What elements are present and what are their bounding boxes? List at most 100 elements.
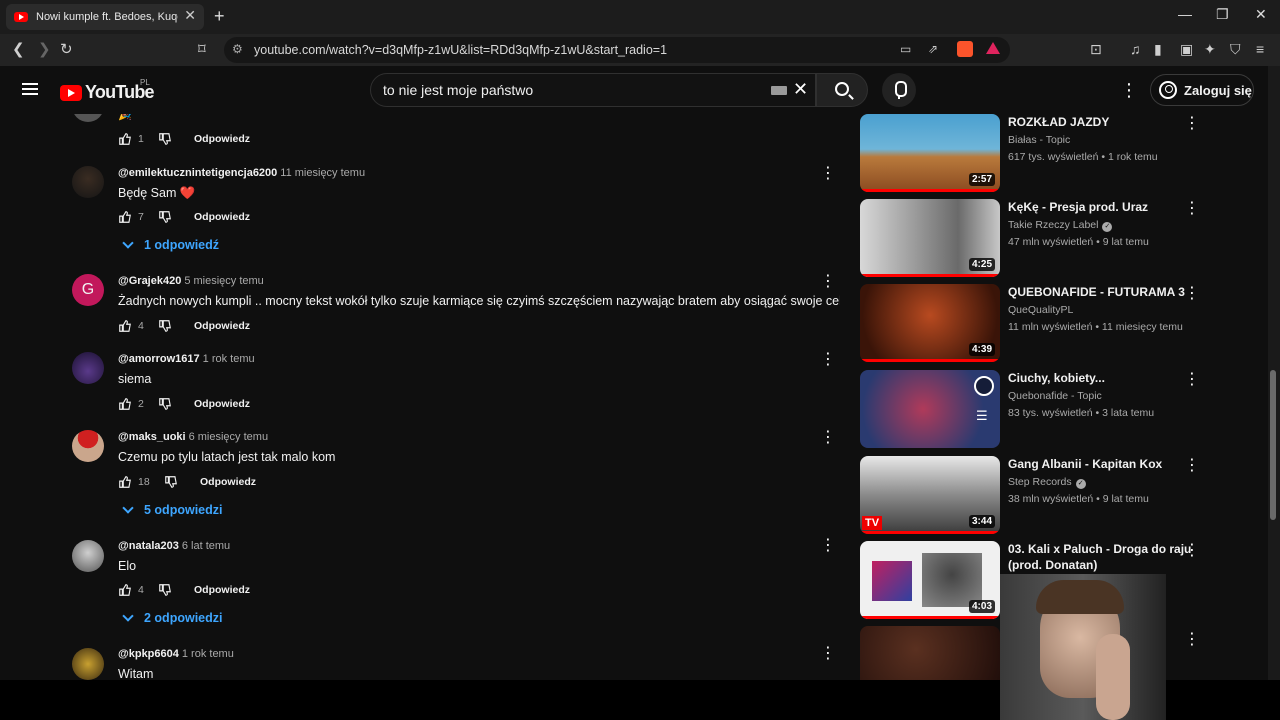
- thumbs-down-icon[interactable]: [158, 397, 172, 411]
- video-kebab-icon[interactable]: ⋮: [1184, 286, 1200, 302]
- youtube-logo[interactable]: YouTube PL: [60, 78, 155, 103]
- settings-kebab-icon[interactable]: ⋮: [1120, 80, 1138, 101]
- comment-kebab-icon[interactable]: ⋮: [820, 166, 836, 182]
- back-icon[interactable]: ❮: [12, 40, 25, 58]
- forward-icon[interactable]: ❯: [38, 40, 51, 58]
- reply-button[interactable]: Odpowiedz: [194, 398, 250, 410]
- comment-time[interactable]: 11 miesięcy temu: [280, 167, 365, 179]
- video-thumbnail[interactable]: [860, 626, 1000, 680]
- clear-search-icon[interactable]: ✕: [793, 79, 808, 100]
- channel-name[interactable]: QueQualityPL: [1008, 304, 1073, 316]
- share-icon[interactable]: ⇗: [928, 42, 938, 56]
- related-video-item[interactable]: 2:57 ROZKŁAD JAZDY Białas - Topic 617 ty…: [860, 114, 1260, 192]
- comment-author[interactable]: @natala203 6 lat temu: [118, 540, 230, 552]
- video-thumbnail[interactable]: 2:57: [860, 114, 1000, 192]
- comment-kebab-icon[interactable]: ⋮: [820, 352, 836, 368]
- view-replies-button[interactable]: 1 odpowiedź: [118, 237, 219, 252]
- close-window-icon[interactable]: ✕: [1255, 6, 1267, 23]
- avatar[interactable]: [72, 114, 104, 122]
- video-kebab-icon[interactable]: ⋮: [1184, 458, 1200, 474]
- new-tab-icon[interactable]: +: [214, 6, 225, 27]
- avatar[interactable]: [72, 540, 104, 572]
- video-thumbnail[interactable]: ☰: [860, 370, 1000, 448]
- video-kebab-icon[interactable]: ⋮: [1184, 632, 1200, 648]
- video-title[interactable]: Gang Albanii - Kapitan Kox: [1008, 456, 1208, 472]
- video-thumbnail[interactable]: 4:25: [860, 199, 1000, 277]
- thumbs-down-icon[interactable]: [158, 132, 172, 146]
- comment-time[interactable]: 5 miesięcy temu: [184, 275, 263, 287]
- leo-ai-icon[interactable]: ✦: [1204, 41, 1216, 58]
- scrollbar-thumb[interactable]: [1270, 370, 1276, 520]
- brave-shield-icon[interactable]: [957, 41, 973, 57]
- thumbs-up-icon[interactable]: [118, 319, 132, 333]
- comment-time[interactable]: 6 lat temu: [182, 540, 230, 552]
- comment-time[interactable]: 1 rok temu: [182, 648, 234, 660]
- comment-time[interactable]: 6 miesięcy temu: [189, 431, 268, 443]
- comment-kebab-icon[interactable]: ⋮: [820, 538, 836, 554]
- voice-search-button[interactable]: [882, 73, 916, 107]
- reload-icon[interactable]: ↻: [60, 40, 73, 58]
- comment-kebab-icon[interactable]: ⋮: [820, 646, 836, 662]
- keyboard-icon[interactable]: [771, 86, 787, 95]
- menu-icon[interactable]: ≡: [1256, 41, 1264, 57]
- site-info-icon[interactable]: ⚙: [232, 42, 243, 56]
- channel-name[interactable]: Białas - Topic: [1008, 134, 1070, 146]
- reply-button[interactable]: Odpowiedz: [194, 320, 250, 332]
- comment-kebab-icon[interactable]: ⋮: [820, 430, 836, 446]
- music-icon[interactable]: ♫: [1130, 41, 1141, 57]
- comment-author[interactable]: @amorrow1617 1 rok temu: [118, 353, 255, 365]
- video-title[interactable]: ROZKŁAD JAZDY: [1008, 114, 1208, 130]
- thumbs-up-icon[interactable]: [118, 397, 132, 411]
- related-video-item[interactable]: ☰ Ciuchy, kobiety... Quebonafide - Topic…: [860, 370, 1260, 448]
- thumbs-down-icon[interactable]: [158, 210, 172, 224]
- video-kebab-icon[interactable]: ⋮: [1184, 201, 1200, 217]
- video-title[interactable]: Ciuchy, kobiety...: [1008, 370, 1208, 386]
- view-replies-button[interactable]: 2 odpowiedzi: [118, 610, 222, 625]
- reply-button[interactable]: Odpowiedz: [194, 133, 250, 145]
- comment-author[interactable]: @emilektucznintetigencja6200 11 miesięcy …: [118, 167, 365, 179]
- thumbs-up-icon[interactable]: [118, 132, 132, 146]
- maximize-icon[interactable]: ❐: [1216, 6, 1229, 23]
- thumbs-up-icon[interactable]: [118, 475, 132, 489]
- browser-tab[interactable]: Nowi kumple ft. Bedoes, Kuqe - ✕: [6, 4, 204, 30]
- avatar[interactable]: [72, 648, 104, 680]
- comment-author[interactable]: @Grajek420 5 miesięcy temu: [118, 275, 264, 287]
- video-title[interactable]: KęKę - Presja prod. Uraz: [1008, 199, 1208, 215]
- channel-name[interactable]: Step Records ✓: [1008, 476, 1086, 489]
- reply-button[interactable]: Odpowiedz: [194, 584, 250, 596]
- reply-button[interactable]: Odpowiedz: [194, 211, 250, 223]
- related-video-item[interactable]: TV 3:44 Gang Albanii - Kapitan Kox Step …: [860, 456, 1260, 534]
- minimize-icon[interactable]: —: [1178, 6, 1192, 22]
- video-thumbnail[interactable]: TV 3:44: [860, 456, 1000, 534]
- related-video-item[interactable]: 4:25 KęKę - Presja prod. Uraz Takie Rzec…: [860, 199, 1260, 277]
- screenshot-icon[interactable]: ⊡: [1090, 41, 1102, 58]
- vpn-icon[interactable]: ⛉: [1230, 41, 1241, 58]
- video-title[interactable]: QUEBONAFIDE - FUTURAMA 3: [1008, 284, 1208, 300]
- thumbs-down-icon[interactable]: [158, 583, 172, 597]
- avatar[interactable]: [72, 166, 104, 198]
- avatar[interactable]: [72, 430, 104, 462]
- hamburger-menu-icon[interactable]: [22, 83, 38, 95]
- thumbs-up-icon[interactable]: [118, 210, 132, 224]
- video-thumbnail[interactable]: 4:39: [860, 284, 1000, 362]
- video-title[interactable]: 03. Kali x Paluch - Droga do raju (prod.…: [1008, 541, 1208, 573]
- comment-kebab-icon[interactable]: ⋮: [820, 274, 836, 290]
- view-replies-button[interactable]: 5 odpowiedzi: [118, 502, 222, 517]
- thumbs-down-icon[interactable]: [164, 475, 178, 489]
- watch-later-icon[interactable]: [974, 376, 994, 396]
- brave-rewards-icon[interactable]: [986, 42, 1000, 54]
- thumbs-down-icon[interactable]: [158, 319, 172, 333]
- search-button[interactable]: [816, 73, 868, 107]
- thumbs-up-icon[interactable]: [118, 583, 132, 597]
- comment-author[interactable]: @kpkp6604 1 rok temu: [118, 648, 234, 660]
- search-input[interactable]: [383, 82, 753, 98]
- video-thumbnail[interactable]: 4:03: [860, 541, 1000, 619]
- close-tab-icon[interactable]: ✕: [184, 7, 196, 24]
- related-video-item[interactable]: 4:39 QUEBONAFIDE - FUTURAMA 3 QueQuality…: [860, 284, 1260, 362]
- comment-author[interactable]: @maks_uoki 6 miesięcy temu: [118, 431, 268, 443]
- video-kebab-icon[interactable]: ⋮: [1184, 543, 1200, 559]
- reply-button[interactable]: Odpowiedz: [200, 476, 256, 488]
- signin-button[interactable]: Zaloguj się: [1150, 74, 1254, 106]
- video-kebab-icon[interactable]: ⋮: [1184, 372, 1200, 388]
- avatar[interactable]: [72, 352, 104, 384]
